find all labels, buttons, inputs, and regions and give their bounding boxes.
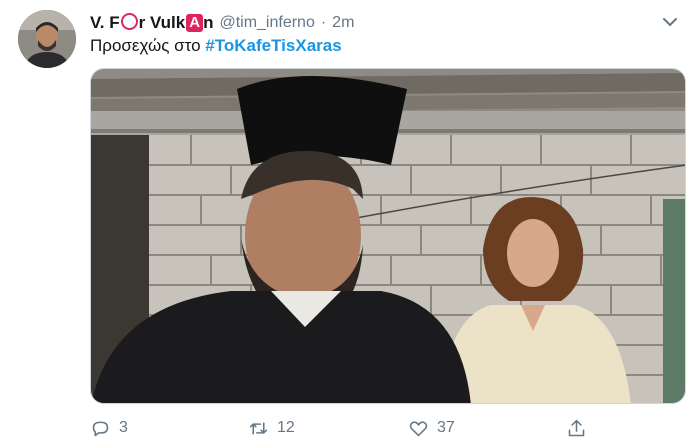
- reply-button[interactable]: 3: [90, 414, 128, 442]
- chevron-down-icon[interactable]: [662, 14, 678, 30]
- o-ring-icon: [120, 13, 138, 30]
- share-button[interactable]: [566, 414, 595, 442]
- tweet-text: Προσεχώς στο #ToKafeTisXaras: [90, 36, 342, 56]
- reply-icon: [92, 421, 109, 436]
- hashtag-link[interactable]: #ToKafeTisXaras: [205, 36, 341, 55]
- tweet-header: V. Fr Vulk An @tim_inferno · 2m: [90, 12, 354, 34]
- author-handle[interactable]: @tim_inferno: [219, 14, 314, 32]
- separator: ·: [320, 14, 327, 31]
- avatar[interactable]: [18, 10, 76, 68]
- avatar-icon: [18, 10, 76, 68]
- tweet-actions: 3 12 37: [90, 414, 686, 442]
- tweet-media[interactable]: [90, 68, 686, 404]
- retweet-button[interactable]: 12: [248, 414, 295, 442]
- tweet-text-body: Προσεχώς στο: [90, 36, 201, 55]
- timestamp[interactable]: 2m: [332, 14, 354, 32]
- reply-count: 3: [119, 419, 128, 436]
- photo: [91, 69, 685, 403]
- share-icon: [568, 419, 585, 436]
- author-name[interactable]: V. Fr Vulk An: [90, 13, 213, 33]
- heart-icon: [409, 420, 428, 436]
- like-button[interactable]: 37: [408, 414, 455, 442]
- retweet-count: 12: [277, 419, 295, 436]
- like-count: 37: [437, 419, 455, 436]
- a-badge: A: [186, 14, 204, 32]
- retweet-icon: [249, 421, 268, 435]
